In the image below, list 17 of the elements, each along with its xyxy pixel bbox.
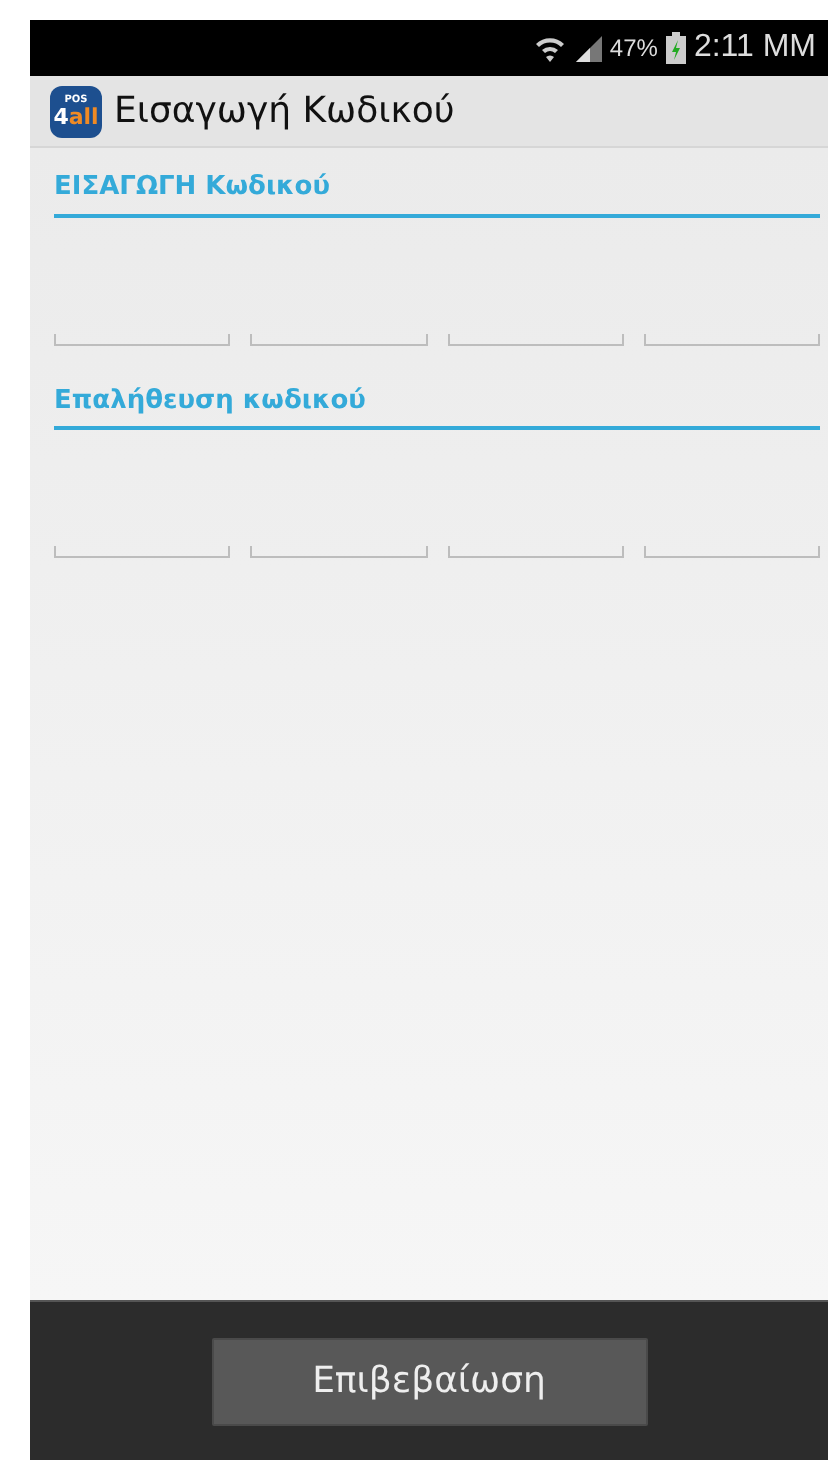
battery-icon: [665, 32, 686, 64]
pin-field[interactable]: [643, 333, 820, 345]
pin-field[interactable]: [643, 546, 820, 558]
wifi-icon: [533, 32, 566, 64]
screen-title: Εισαγωγή Κωδικού: [114, 88, 455, 136]
pin-field[interactable]: [250, 333, 427, 345]
section-heading: Επαλήθευση κωδικού: [54, 381, 820, 430]
pin-field[interactable]: [447, 546, 624, 558]
pin-field[interactable]: [447, 333, 624, 345]
signal-icon: [573, 34, 602, 62]
clock: 2:11 MM: [693, 28, 816, 68]
pin-field[interactable]: [54, 333, 231, 345]
confirm-button[interactable]: Επιβεβαίωση: [211, 1337, 647, 1425]
pin-field[interactable]: [250, 546, 427, 558]
pin-field[interactable]: [54, 546, 231, 558]
battery-percent: 47%: [609, 32, 658, 66]
section-heading: ΕΙΣΑΓΩΓΗ Κωδικού: [54, 168, 820, 217]
